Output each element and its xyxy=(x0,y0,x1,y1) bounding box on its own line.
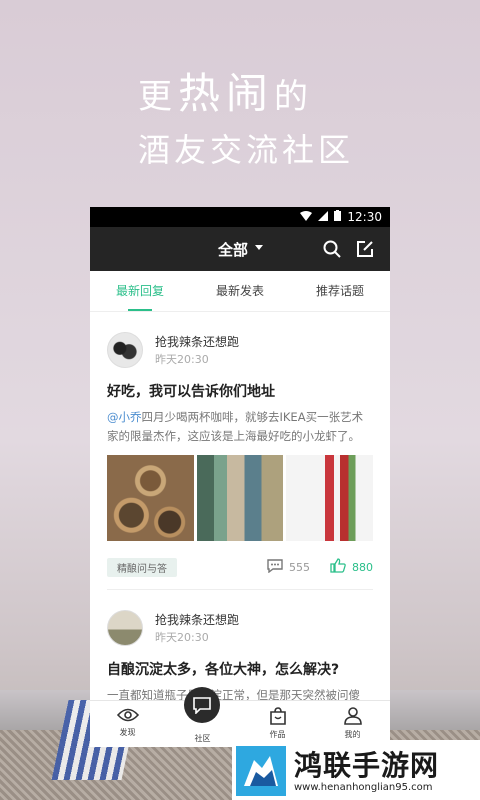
author-name[interactable]: 抢我辣条还想跑 xyxy=(155,612,239,628)
promo-headline: 更热闹的 酒友交流社区 xyxy=(138,69,350,170)
tab-latest-replies[interactable]: 最新回复 xyxy=(90,271,190,311)
author-name[interactable]: 抢我辣条还想跑 xyxy=(155,334,239,350)
signal-icon xyxy=(318,210,329,224)
post-time: 昨天20:30 xyxy=(155,631,209,644)
battery-icon xyxy=(334,210,342,224)
filter-dropdown[interactable]: 全部 xyxy=(218,239,248,260)
nav-community[interactable]: 社区 xyxy=(165,687,240,747)
post-body-text: 四月少喝两杯咖啡，就够去IKEA买一张艺术家的限量杰作，这应该是上海最好吃的小龙… xyxy=(107,410,364,443)
nav-label: 我的 xyxy=(344,730,361,739)
watermark-url: www.henanhonglian95.com xyxy=(294,782,433,793)
mention-link[interactable]: @小乔 xyxy=(107,410,142,424)
post-card[interactable]: 抢我辣条还想跑 昨天20:30 好吃，我可以告诉你们地址 @小乔四月少喝两杯咖啡… xyxy=(107,312,374,590)
person-icon xyxy=(343,707,362,727)
avatar[interactable] xyxy=(107,332,143,368)
like-icon[interactable] xyxy=(330,557,346,577)
comment-count: 555 xyxy=(289,560,310,574)
compose-icon[interactable] xyxy=(356,240,374,262)
top-bar: 全部 xyxy=(90,227,390,271)
post-title[interactable]: 好吃，我可以告诉你们地址 xyxy=(107,382,373,402)
post-author: 抢我辣条还想跑 昨天20:30 xyxy=(107,610,373,646)
promo-text-post: 的 xyxy=(274,77,315,117)
promo-subtitle: 酒友交流社区 xyxy=(138,131,355,169)
post-meta: 精酿问与答 555 880 xyxy=(107,545,373,589)
nav-discover[interactable]: 发现 xyxy=(90,701,165,747)
tab-recommended-topics[interactable]: 推荐话题 xyxy=(290,271,390,311)
chevron-down-icon[interactable] xyxy=(255,245,263,250)
post-image-drinks[interactable] xyxy=(286,455,374,541)
nav-label: 社区 xyxy=(194,734,211,743)
chat-bubble-icon xyxy=(184,687,220,723)
promo-text-pre: 更 xyxy=(138,77,178,117)
phone-screen: 12:30 全部 最新回复 最新发表 推荐话题 抢我辣条还想跑 昨天20:30 … xyxy=(90,207,390,747)
search-icon[interactable] xyxy=(323,240,341,262)
status-bar: 12:30 xyxy=(90,207,390,227)
nav-label: 发现 xyxy=(119,728,136,737)
comment-icon[interactable] xyxy=(267,558,283,577)
eye-icon xyxy=(116,708,139,725)
post-image-spices[interactable] xyxy=(107,455,194,541)
post-image-bottles[interactable] xyxy=(196,455,284,541)
watermark: 鸿联手游网 www.henanhonglian95.com xyxy=(232,740,480,800)
post-images xyxy=(107,455,374,541)
promo-text-big: 热闹 xyxy=(178,69,275,118)
nav-label: 作品 xyxy=(269,730,286,739)
feed-tabs: 最新回复 最新发表 推荐话题 xyxy=(90,271,390,312)
post-title[interactable]: 自酿沉淀太多，各位大神，怎么解决? xyxy=(107,660,373,680)
wifi-icon xyxy=(300,210,313,224)
bag-icon xyxy=(269,707,287,727)
watermark-title: 鸿联手游网 xyxy=(294,749,440,782)
avatar[interactable] xyxy=(107,610,143,646)
post-time: 昨天20:30 xyxy=(155,353,209,366)
topic-tag[interactable]: 精酿问与答 xyxy=(107,557,177,577)
horse-logo-icon xyxy=(236,746,286,796)
like-count: 880 xyxy=(352,560,373,574)
post-feed: 抢我辣条还想跑 昨天20:30 好吃，我可以告诉你们地址 @小乔四月少喝两杯咖啡… xyxy=(90,312,390,724)
post-body: @小乔四月少喝两杯咖啡，就够去IKEA买一张艺术家的限量杰作，这应该是上海最好吃… xyxy=(107,408,373,446)
tab-latest-posts[interactable]: 最新发表 xyxy=(190,271,290,311)
post-author: 抢我辣条还想跑 昨天20:30 xyxy=(107,332,373,368)
status-time: 12:30 xyxy=(347,210,382,224)
